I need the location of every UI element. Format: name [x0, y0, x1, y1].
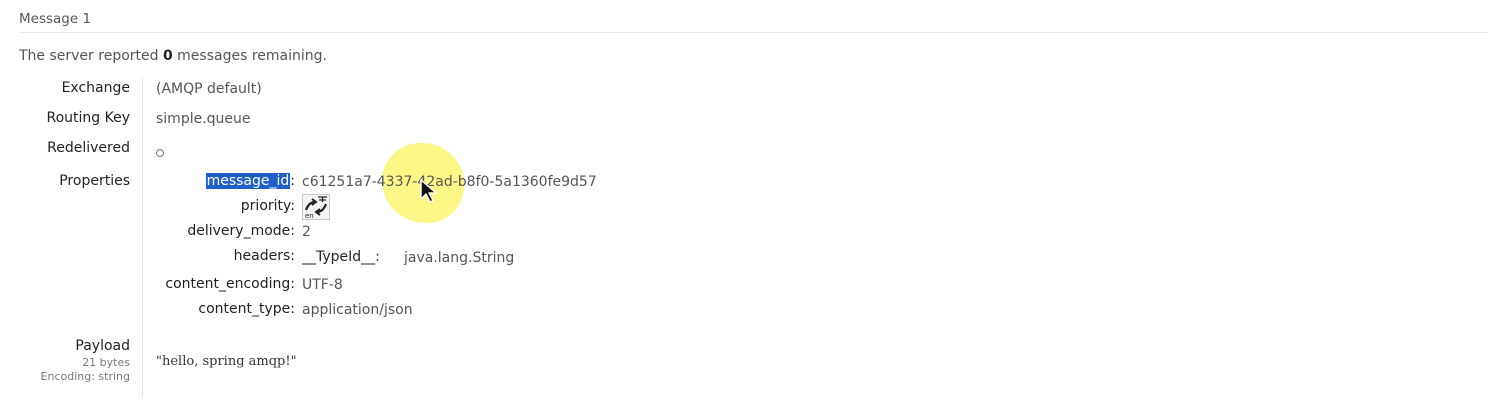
message-id-key-selected: message_id	[205, 173, 291, 189]
priority-key: priority:	[240, 198, 295, 214]
report-prefix: The server reported	[19, 48, 163, 64]
routing-key-label: Routing Key	[46, 110, 130, 126]
message-id-colon: :	[290, 173, 295, 189]
remaining-count: 0	[162, 48, 173, 64]
payload-label: Payload	[75, 338, 130, 354]
redelivered-indicator	[156, 149, 164, 157]
section-divider	[19, 32, 1488, 33]
content-encoding-key: content_encoding:	[165, 276, 295, 292]
svg-text:en: en	[305, 212, 314, 220]
server-report-text: The server reported 0 messages remaining…	[19, 48, 327, 64]
delivery-mode-value: 2	[302, 224, 311, 240]
payload-size: 21 bytes	[82, 356, 130, 369]
headers-type-id-key: __TypeId__:	[302, 249, 380, 265]
message-id-value: c61251a7-4337-42ad-b8f0-5a1360fe9d57	[302, 174, 597, 190]
content-type-value: application/json	[302, 302, 413, 318]
payload-encoding: Encoding: string	[40, 370, 130, 383]
translate-icon[interactable]: en	[302, 194, 330, 220]
message-id-key: message_id:	[35, 173, 295, 189]
content-encoding-value: UTF-8	[302, 277, 343, 293]
delivery-mode-key: delivery_mode:	[187, 223, 295, 239]
exchange-label: Exchange	[61, 80, 130, 96]
payload-value: "hello, spring amqp!"	[156, 354, 297, 369]
headers-key: headers:	[233, 248, 295, 264]
headers-type-id-value: java.lang.String	[404, 250, 515, 266]
routing-key-value: simple.queue	[156, 111, 251, 127]
redelivered-label: Redelivered	[47, 140, 130, 156]
section-title: Message 1	[19, 11, 92, 27]
content-type-key: content_type:	[198, 301, 295, 317]
mouse-pointer-icon	[420, 179, 437, 203]
report-suffix: messages remaining.	[172, 48, 327, 64]
message-panel: Message 1 The server reported 0 messages…	[0, 0, 1488, 416]
exchange-value: (AMQP default)	[156, 81, 262, 97]
